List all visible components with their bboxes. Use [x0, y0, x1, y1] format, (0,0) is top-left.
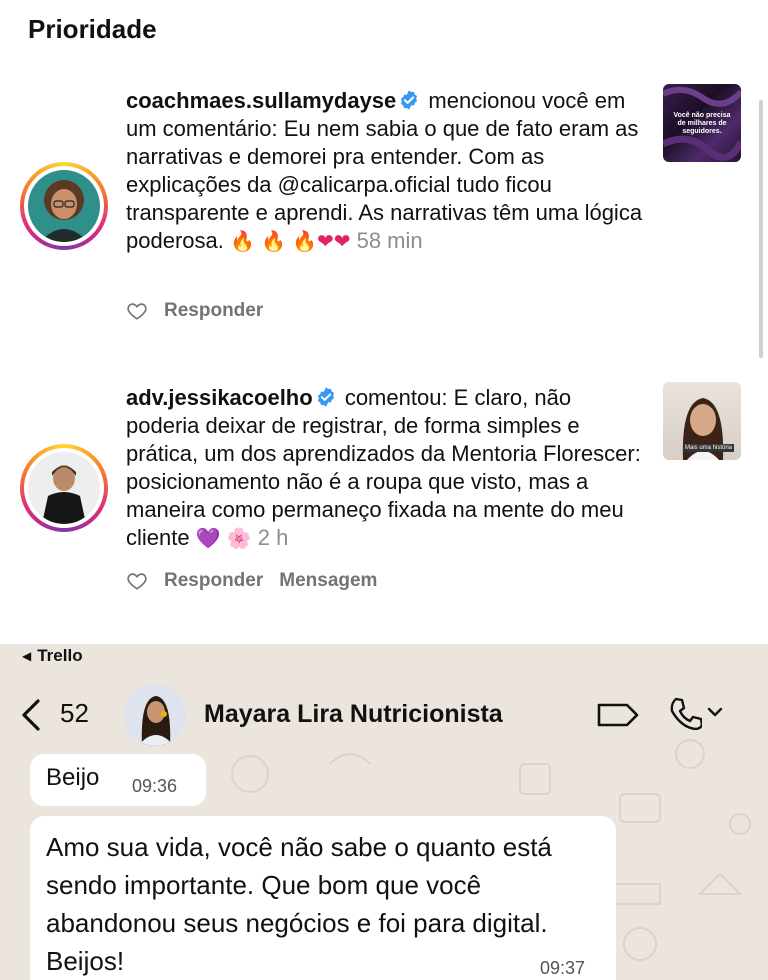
verified-badge-icon: [317, 387, 334, 407]
chevron-down-icon[interactable]: [707, 706, 723, 718]
message-text: Beijo: [46, 764, 100, 791]
username[interactable]: adv.jessikacoelho: [126, 385, 313, 410]
emoji-fire: 🔥: [292, 229, 317, 253]
notification-text: adv.jessikacoelho comentou: E claro, não…: [126, 384, 646, 552]
avatar-photo: [28, 452, 100, 524]
message-time: 09:37: [540, 958, 586, 978]
message-bubble[interactable]: Beijo 09:36: [30, 754, 206, 806]
scrollbar[interactable]: [759, 100, 763, 358]
status-back-label: Trello: [37, 646, 83, 665]
emoji-fire: 🔥: [229, 229, 255, 253]
emoji-fire: 🔥: [261, 229, 286, 253]
thumbnail-caption: Mais uma história: [683, 444, 735, 452]
contact-avatar[interactable]: [124, 684, 186, 746]
post-thumbnail[interactable]: Mais uma história: [663, 382, 741, 460]
avatar[interactable]: [20, 162, 108, 250]
chat-header: 52 Mayara Lira Nutricionista: [0, 680, 768, 750]
section-title: Prioridade: [28, 14, 157, 44]
avatar-photo: [28, 170, 100, 242]
notification-actions: Responder: [126, 300, 263, 322]
timestamp: 2 h: [257, 525, 289, 550]
phone-icon[interactable]: [668, 696, 702, 730]
reply-button[interactable]: Responder: [164, 300, 263, 322]
reply-button[interactable]: Responder: [164, 570, 263, 592]
whatsapp-chat: ◀ Trello 52 Mayara Lira Nutricionista Be…: [0, 644, 768, 980]
emoji-heart: ❤: [316, 229, 334, 253]
notification-actions: Responder Mensagem: [126, 570, 377, 592]
emoji-purple-heart: 💜: [195, 526, 221, 550]
timestamp: 58 min: [356, 228, 423, 253]
message-bubble[interactable]: Amo sua vida, você não sabe o quanto est…: [30, 816, 616, 980]
thumbnail-caption: Você não precisa de milhares de seguidor…: [673, 112, 731, 135]
message-time: 09:36: [132, 776, 178, 796]
heart-outline-icon[interactable]: [126, 570, 148, 592]
contact-name[interactable]: Mayara Lira Nutricionista: [204, 700, 503, 729]
message-button[interactable]: Mensagem: [279, 570, 377, 592]
instagram-notifications: Prioridade coachmaes.sullamydayse mencio…: [0, 0, 768, 640]
emoji-heart: ❤: [333, 229, 351, 253]
video-call-icon[interactable]: [596, 700, 640, 730]
unread-count[interactable]: 52: [60, 698, 89, 729]
avatar[interactable]: [20, 444, 108, 532]
heart-outline-icon[interactable]: [126, 300, 148, 322]
back-triangle-icon: ◀: [22, 649, 32, 663]
back-chevron-icon[interactable]: [20, 698, 42, 732]
status-back-link[interactable]: ◀ Trello: [22, 646, 83, 666]
verified-badge-icon: [401, 90, 418, 110]
notification-text: coachmaes.sullamydayse mencionou você em…: [126, 87, 646, 255]
username[interactable]: coachmaes.sullamydayse: [126, 88, 396, 113]
post-thumbnail[interactable]: Você não precisa de milhares de seguidor…: [663, 84, 741, 162]
emoji-flower: 🌸: [226, 526, 252, 550]
message-text: Amo sua vida, você não sabe o quanto est…: [46, 832, 552, 976]
